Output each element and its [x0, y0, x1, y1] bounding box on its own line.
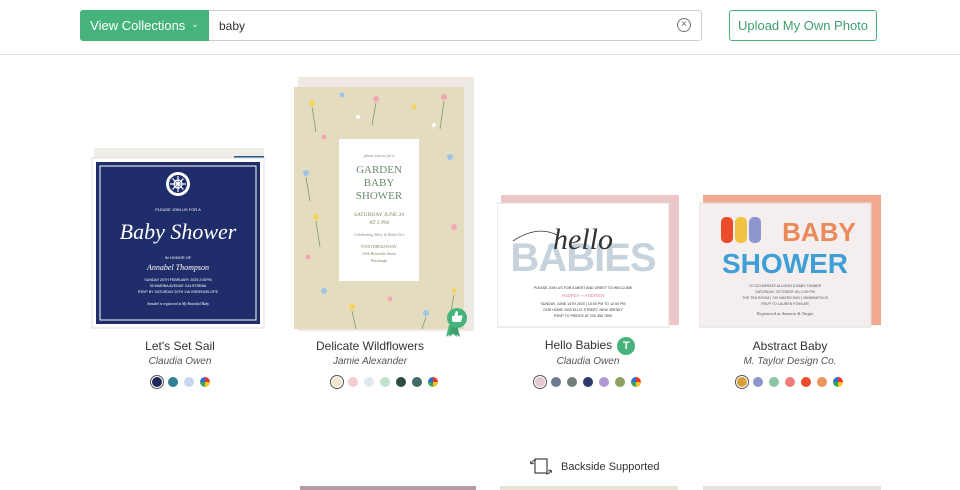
card-thumbnail[interactable]: BABIES hello PLEASE JOIN US FOR A MEET A…	[497, 195, 681, 329]
color-swatch[interactable]	[769, 377, 779, 387]
color-swatch[interactable]	[412, 377, 422, 387]
color-swatch[interactable]	[583, 377, 593, 387]
color-swatch[interactable]	[332, 377, 342, 387]
card-text-script: hello	[553, 223, 613, 256]
card-text-top: please join us for a	[363, 153, 395, 158]
trending-badge: T	[617, 337, 636, 355]
upload-photo-label: Upload My Own Photo	[737, 18, 869, 33]
card-text-line1: TO CELEBRATE ALLISON & BABY TANNER	[749, 284, 822, 288]
card-text-line2: OUR HOME 2330 ELLIS STREET, NEW JERSEY	[543, 308, 623, 312]
multicolor-swatch[interactable]	[631, 377, 641, 387]
color-swatches	[737, 377, 843, 387]
card-text-sig: Registered at Amazon & Target	[756, 311, 814, 316]
card-text-celebrating: Celebrating Mary & Baby Girl	[354, 232, 405, 237]
card-text-top: PLEASE JOIN US FOR A	[155, 207, 201, 212]
backside-card-icon	[530, 458, 552, 475]
card-text-city: Pittsburgh	[371, 258, 387, 263]
chevron-down-icon: ⌄	[191, 19, 199, 29]
card-title[interactable]: Let's Set Sail	[120, 339, 240, 353]
multicolor-swatch[interactable]	[200, 377, 210, 387]
color-swatch[interactable]	[380, 377, 390, 387]
card-text-honor: IN HONOR OF	[165, 255, 192, 260]
card-thumbnail[interactable]: BABY SHOWER TO CELEBRATE ALLISON & BABY …	[699, 195, 883, 329]
next-row-card-preview[interactable]	[703, 486, 881, 490]
card-text-names: ANDREA + ANDREW	[561, 293, 605, 298]
card-thumbnail[interactable]: please join us for a GARDEN BABY SHOWER …	[294, 77, 476, 337]
card-text-line-b: BABY	[364, 177, 395, 189]
color-swatch[interactable]	[152, 377, 162, 387]
color-swatch[interactable]	[785, 377, 795, 387]
clear-search-icon[interactable]: ×	[677, 18, 691, 32]
card-text-place: POINTBREEZEWAY	[361, 244, 397, 249]
color-swatch[interactable]	[599, 377, 609, 387]
card-text-line1: SUNDAY 20TH FEBRUARY 2025 2:00PM	[144, 278, 211, 282]
card-author[interactable]: M. Taylor Design Co.	[730, 356, 850, 367]
card-author[interactable]: Claudia Owen	[120, 356, 240, 367]
color-swatches	[535, 377, 641, 387]
view-collections-label: View Collections	[90, 18, 186, 33]
card-text-line3: RSVP TO PIERCE AT 200 456 7890	[554, 314, 612, 318]
backside-supported-label: Backside Supported	[561, 461, 660, 473]
card-text-line-a: GARDEN	[356, 164, 402, 176]
backside-supported-note: Backside Supported	[530, 458, 659, 476]
color-swatch[interactable]	[737, 377, 747, 387]
color-swatch[interactable]	[348, 377, 358, 387]
color-swatch[interactable]	[801, 377, 811, 387]
card-text-time: AT 2 PM	[369, 220, 389, 226]
color-swatches	[332, 377, 438, 387]
card-thumbnail[interactable]: PLEASE JOIN US FOR A Baby Shower IN HONO…	[90, 146, 270, 332]
color-swatch[interactable]	[184, 377, 194, 387]
card-text-line4: Annabel is registered at My Beautiful Ba…	[146, 302, 209, 306]
favorite-award-icon[interactable]	[446, 308, 467, 337]
card-text-big1: BABY	[782, 217, 856, 247]
card-text-line-c: SHOWER	[356, 190, 403, 202]
card-text-line1: SUNDAY, JUNE 14TH 2020 | 10:00 PM TO 12:…	[541, 302, 626, 306]
card-text-line4: RSVP TO LAUREN FOWLER	[761, 302, 809, 306]
color-swatch[interactable]	[364, 377, 374, 387]
color-swatches	[152, 377, 210, 387]
card-text-top: PLEASE JOIN US FOR A MEET AND GREET TO W…	[534, 286, 633, 290]
color-swatch[interactable]	[753, 377, 763, 387]
card-text-big2: SHOWER	[722, 248, 848, 279]
card-title[interactable]: Abstract Baby	[730, 339, 850, 353]
card-author[interactable]: Jamie Alexander	[310, 356, 430, 367]
search-box: ×	[209, 10, 702, 41]
multicolor-swatch[interactable]	[428, 377, 438, 387]
color-swatch[interactable]	[396, 377, 406, 387]
card-text-line3: RSVP BY SATURDAY 20TH VIA GREENVELOPE	[138, 290, 219, 294]
next-row-card-preview[interactable]	[500, 486, 678, 490]
card-text-address: 3456 Reynolds Street	[362, 251, 397, 256]
view-collections-button[interactable]: View Collections ⌄	[80, 10, 209, 41]
color-swatch[interactable]	[567, 377, 577, 387]
search-input[interactable]	[209, 11, 649, 40]
card-text-script: Baby Shower	[120, 219, 237, 244]
next-row-card-preview[interactable]	[300, 486, 476, 490]
top-bar: View Collections ⌄ × Upload My Own Photo	[0, 0, 960, 55]
card-author[interactable]: Claudia Owen	[528, 356, 648, 367]
color-swatch[interactable]	[615, 377, 625, 387]
card-text-date: SATURDAY JUNE 20	[354, 212, 405, 218]
card-text-line2: SATURDAY, OCTOBER 26 | 2:00 PM	[755, 290, 815, 294]
card-text-line2: 39 MARINA AVENUE CALIFORNIA	[150, 284, 207, 288]
color-swatch[interactable]	[535, 377, 545, 387]
card-title[interactable]: Hello Babies T	[520, 337, 660, 355]
card-title[interactable]: Delicate Wildflowers	[310, 339, 430, 353]
color-swatch[interactable]	[551, 377, 561, 387]
card-title-text: Hello Babies	[544, 338, 613, 353]
color-swatch[interactable]	[168, 377, 178, 387]
color-swatch[interactable]	[817, 377, 827, 387]
upload-photo-button[interactable]: Upload My Own Photo	[729, 10, 877, 41]
card-text-name: Annabel Thompson	[146, 263, 209, 272]
multicolor-swatch[interactable]	[833, 377, 843, 387]
card-text-line3: THE TEA ROOM | 740 WATER WAY | MINNEAPOL…	[742, 296, 828, 300]
